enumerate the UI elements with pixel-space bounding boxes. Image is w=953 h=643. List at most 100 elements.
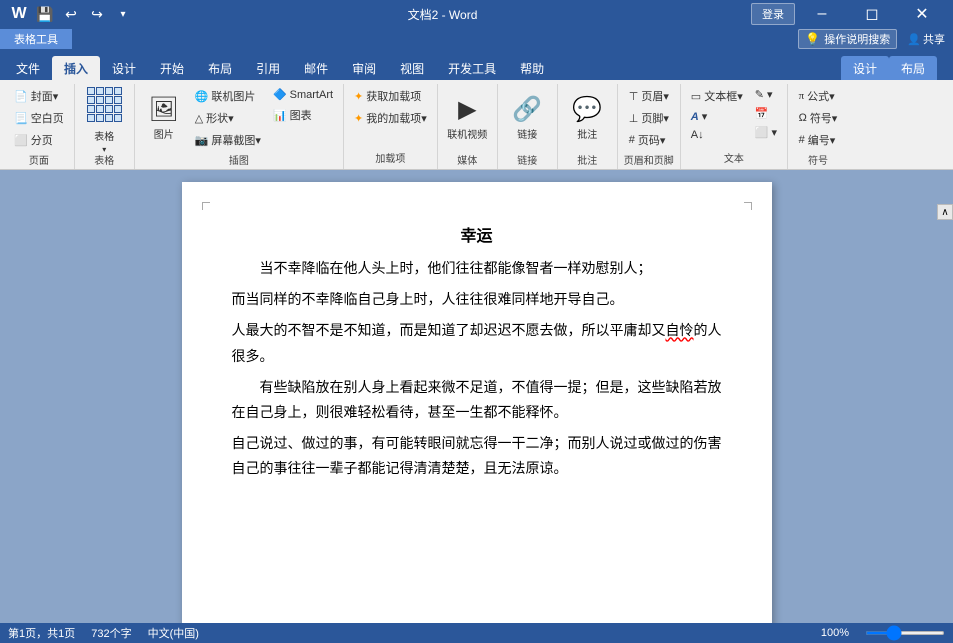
smartart-button[interactable]: 🔷 SmartArt: [269, 86, 337, 103]
tab-review[interactable]: 审阅: [340, 56, 388, 80]
equation-button[interactable]: π 公式▾: [795, 86, 842, 106]
screenshot-button[interactable]: 📷 屏幕截图▾: [191, 130, 265, 150]
ribbon-group-text-label: 文本: [687, 148, 781, 167]
ribbon-group-table: 表格 ▾ 表格: [75, 84, 135, 169]
ribbon-group-addins: ✦ 获取加载项 ✦ 我的加载项▾ 加载项: [344, 84, 438, 169]
cover-page-icon: 📄: [14, 90, 28, 103]
picture-button[interactable]: 🖼 图片: [141, 86, 187, 150]
customize-qat-button[interactable]: ▾: [112, 3, 134, 25]
minimize-button[interactable]: –: [799, 0, 845, 28]
datetime-button[interactable]: 📅: [751, 105, 781, 122]
tab-layout[interactable]: 布局: [196, 56, 244, 80]
numbering-button[interactable]: # 编号▾: [795, 130, 842, 150]
online-picture-label: 联机图片: [211, 88, 255, 104]
page-number-icon: #: [629, 134, 635, 146]
ribbon-group-text-content: ▭ 文本框▾ A ▾ A↓ ✎ ▾ 📅: [687, 86, 781, 148]
illustrations-col2: 🔷 SmartArt 📊 图表: [269, 86, 337, 125]
table-button[interactable]: 表格 ▾: [81, 86, 127, 150]
ribbon-group-links: 🔗 链接 链接: [498, 84, 558, 169]
online-picture-button[interactable]: 🌐 联机图片: [191, 86, 265, 106]
shapes-icon: △: [195, 112, 203, 125]
symbol-label: 符号▾: [810, 110, 838, 126]
ribbon-group-page: 📄 封面▾ 📃 空白页 ⬜ 分页 页面: [4, 84, 75, 169]
undo-qat-button[interactable]: ↩: [60, 3, 82, 25]
textbox-label: 文本框▾: [704, 88, 743, 104]
tab-design[interactable]: 设计: [100, 56, 148, 80]
tab-table-layout[interactable]: 布局: [889, 56, 937, 80]
header-button[interactable]: ⊤ 页眉▾: [625, 86, 673, 106]
screenshot-icon: 📷: [195, 134, 209, 147]
redo-qat-button[interactable]: ↪: [86, 3, 108, 25]
table-tools-bar: 表格工具 💡 操作说明搜索 👤 共享: [0, 28, 953, 50]
my-addins-button[interactable]: ✦ 我的加载项▾: [350, 108, 431, 128]
tab-references[interactable]: 引用: [244, 56, 292, 80]
ribbon-group-illustrations-label: 插图: [141, 150, 337, 169]
save-qat-button[interactable]: 💾: [34, 3, 56, 25]
object-icon: ⬜: [755, 126, 769, 139]
underline-red-text: 自怜: [666, 322, 694, 338]
link-label: 链接: [517, 126, 537, 141]
ribbon-group-table-label: 表格: [81, 150, 128, 169]
smartart-icon: 🔷: [273, 88, 287, 101]
chart-button[interactable]: 📊 图表: [269, 105, 337, 125]
page-count: 第1页，共1页: [8, 625, 75, 641]
textbox-button[interactable]: ▭ 文本框▾: [687, 86, 747, 106]
smartart-label: SmartArt: [290, 89, 333, 101]
wordart-button[interactable]: A ▾: [687, 108, 747, 125]
title-bar-left: W 💾 ↩ ↪ ▾: [8, 3, 134, 25]
title-bar-title: 文档2 - Word: [134, 6, 751, 23]
ribbon-group-symbols-content: π 公式▾ Ω 符号▾ # 编号▾: [795, 86, 842, 150]
online-video-label: 联机视频: [447, 126, 487, 141]
help-search-placeholder: 操作说明搜索: [824, 31, 890, 47]
language: 中文(中国): [148, 625, 199, 641]
blank-page-button[interactable]: 📃 空白页: [10, 108, 68, 128]
ribbon-group-comments-content: 💬 批注: [564, 86, 610, 150]
comment-button[interactable]: 💬 批注: [564, 86, 610, 150]
tab-mail[interactable]: 邮件: [292, 56, 340, 80]
page-number-button[interactable]: # 页码▾: [625, 130, 673, 150]
login-button[interactable]: 登录: [751, 3, 795, 25]
ribbon-collapse-button[interactable]: ∧: [937, 204, 953, 220]
get-addins-label: 获取加载项: [366, 88, 421, 104]
signature-button[interactable]: ✎ ▾: [751, 86, 781, 103]
dropcap-button[interactable]: A↓: [687, 127, 747, 143]
page-break-button[interactable]: ⬜ 分页: [10, 130, 68, 150]
online-video-button[interactable]: ▶ 联机视频: [444, 86, 490, 150]
help-search-box[interactable]: 💡 操作说明搜索: [798, 29, 897, 49]
my-addins-label: 我的加载项▾: [366, 110, 427, 126]
share-button[interactable]: 👤 共享: [907, 31, 945, 47]
comment-label: 批注: [577, 126, 597, 141]
signature-icon: ✎: [755, 88, 764, 101]
shapes-button[interactable]: △ 形状▾: [191, 108, 265, 128]
symbol-button[interactable]: Ω 符号▾: [795, 108, 842, 128]
tab-view[interactable]: 视图: [388, 56, 436, 80]
tab-table-design[interactable]: 设计: [841, 56, 889, 80]
tab-start[interactable]: 开始: [148, 56, 196, 80]
link-icon: 🔗: [512, 95, 542, 124]
get-addins-button[interactable]: ✦ 获取加载项: [350, 86, 431, 106]
title-bar-right: 登录 – ◻ ✕: [751, 0, 945, 28]
chart-label: 图表: [290, 107, 312, 123]
footer-button[interactable]: ⊥ 页脚▾: [625, 108, 673, 128]
zoom-slider[interactable]: [865, 631, 945, 635]
tab-help[interactable]: 帮助: [508, 56, 556, 80]
footer-label: 页脚▾: [641, 110, 669, 126]
ribbon-group-page-label: 页面: [10, 150, 68, 169]
object-label: ▾: [771, 126, 777, 139]
cover-page-label: 封面▾: [31, 88, 59, 104]
link-button[interactable]: 🔗 链接: [504, 86, 550, 150]
status-bar: 第1页，共1页 732个字 中文(中国) 100%: [0, 623, 953, 643]
numbering-label: 编号▾: [808, 132, 836, 148]
ribbon-group-illustrations: 🖼 图片 🌐 联机图片 △ 形状▾ 📷 屏幕截图▾ 🔷: [135, 84, 344, 169]
equation-icon: π: [799, 90, 805, 102]
corner-mark-tr: [744, 202, 752, 210]
tab-developer[interactable]: 开发工具: [436, 56, 508, 80]
tab-file[interactable]: 文件: [4, 56, 52, 80]
numbering-icon: #: [799, 134, 805, 146]
cover-page-button[interactable]: 📄 封面▾: [10, 86, 68, 106]
document-page[interactable]: 幸运 当不幸降临在他人头上时，他们往往都能像智者一样劝慰别人； 而当同样的不幸降…: [182, 182, 772, 623]
object-button[interactable]: ⬜ ▾: [751, 124, 781, 141]
restore-button[interactable]: ◻: [849, 0, 895, 28]
tab-insert[interactable]: 插入: [52, 56, 100, 80]
close-button[interactable]: ✕: [899, 0, 945, 28]
